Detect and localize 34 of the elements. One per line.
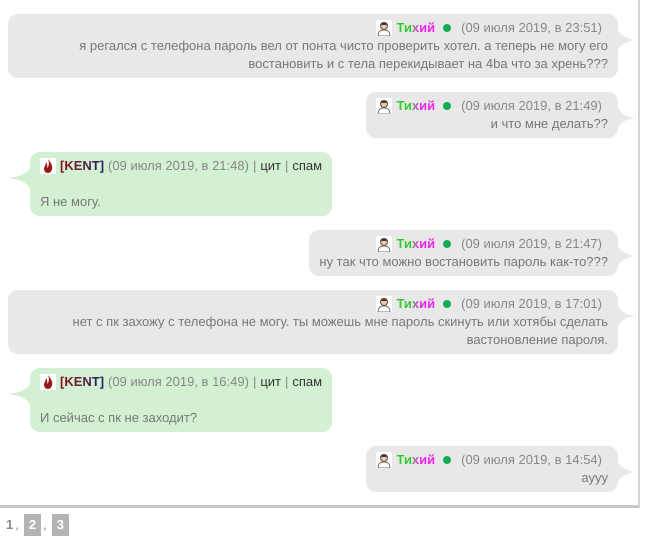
action-link[interactable]: спам xyxy=(292,373,322,391)
person-icon xyxy=(376,452,392,468)
person-icon xyxy=(376,296,392,312)
message-text: Я не могу. xyxy=(40,193,102,211)
message-text: ну так что можно востановить пароль как-то??? xyxy=(319,253,608,271)
flame-icon xyxy=(40,374,56,390)
page-link[interactable]: 2 xyxy=(24,514,42,536)
timestamp: (09 июля 2019, в 21:47) xyxy=(461,235,602,253)
separator: , xyxy=(15,517,19,533)
separator: | xyxy=(252,373,256,391)
message-text: нет с пк захожу с телефона не могу. ты можешь мне пароль скинуть или хотябы сделать вастоновление пароля. xyxy=(72,313,608,349)
message-text: И сейчас с пк не заходит? xyxy=(40,409,198,427)
separator: | xyxy=(252,157,256,175)
flame-icon xyxy=(40,158,56,174)
page-link[interactable]: 1 xyxy=(6,517,14,533)
action-link[interactable]: спам xyxy=(292,157,322,175)
message-text: и что мне делать?? xyxy=(490,115,608,133)
timestamp: (09 июля 2019, в 23:51) xyxy=(461,19,602,37)
page-link[interactable]: 3 xyxy=(52,514,69,536)
timestamp: (09 июля 2019, в 21:48) xyxy=(108,157,249,175)
message-text: аууу xyxy=(580,469,608,487)
message-text: я регался с телефона пароль вел от понта чисто проверить хотел. а теперь не могу его востановить и с тела перекидывает на 4ba что за хрень??? xyxy=(78,37,608,73)
timestamp: (09 июля 2019, в 21:49) xyxy=(461,97,602,115)
timestamp: (09 июля 2019, в 17:01) xyxy=(461,295,602,313)
person-icon xyxy=(376,236,392,252)
person-icon xyxy=(376,20,392,36)
timestamp: (09 июля 2019, в 14:54) xyxy=(461,451,602,469)
person-icon xyxy=(376,98,392,114)
separator: , xyxy=(43,517,47,533)
action-link[interactable]: цит xyxy=(260,157,281,175)
timestamp: (09 июля 2019, в 16:49) xyxy=(108,373,249,391)
separator: | xyxy=(285,157,288,175)
action-link[interactable]: цит xyxy=(260,373,281,391)
separator: | xyxy=(285,373,288,391)
